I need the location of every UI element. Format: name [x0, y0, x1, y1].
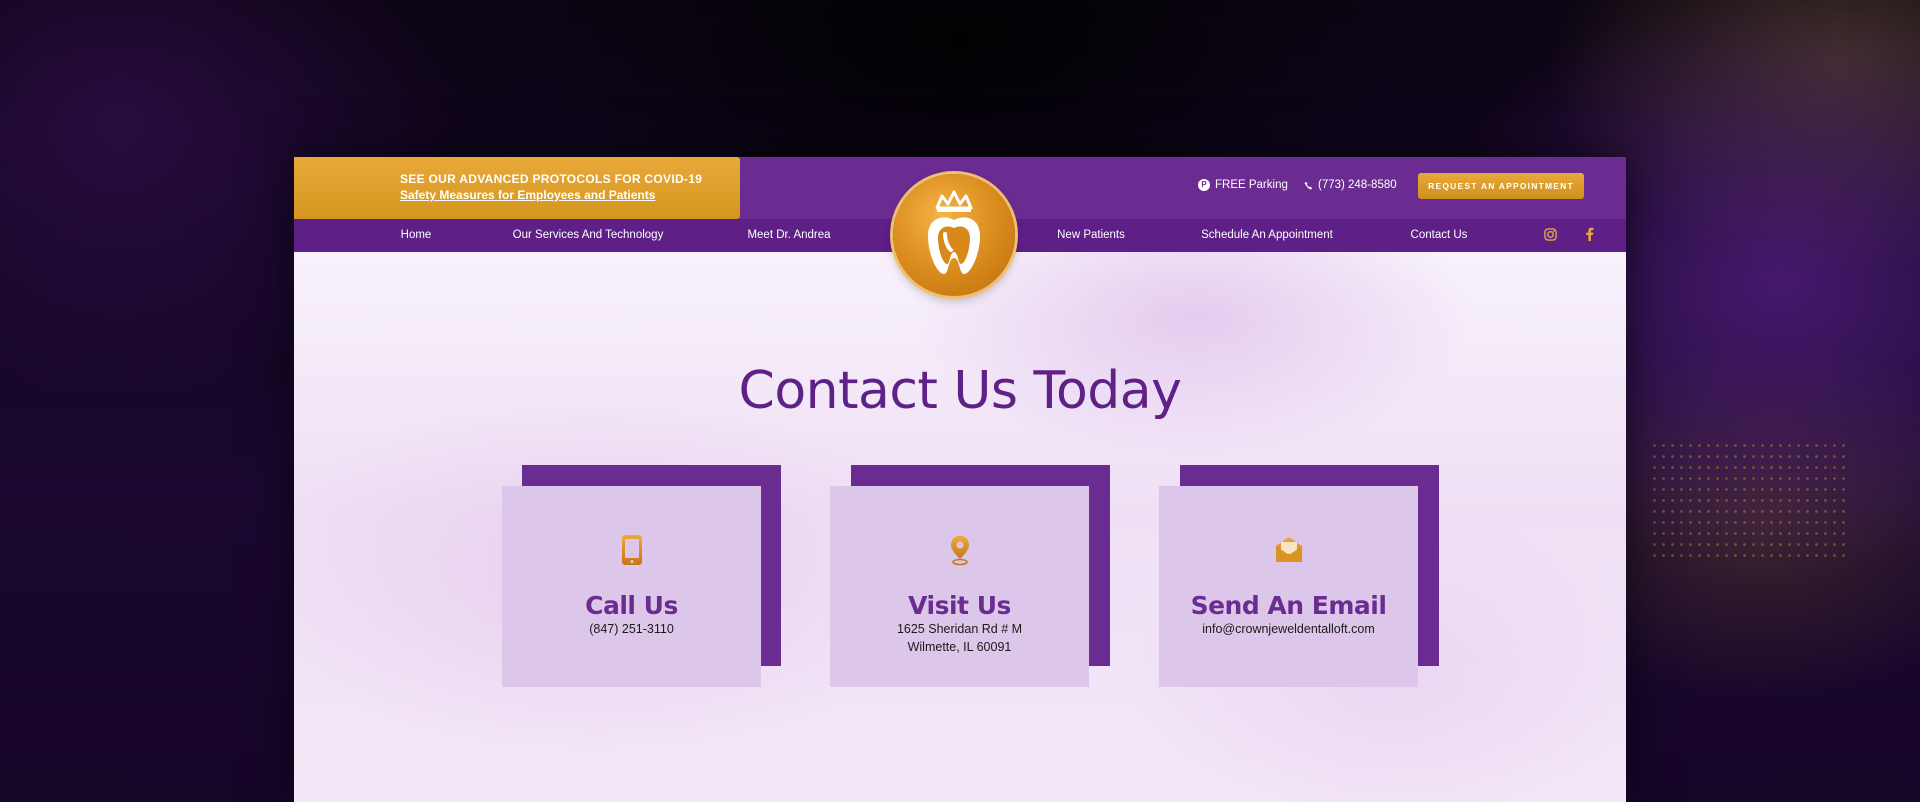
parking-icon: P: [1198, 179, 1210, 191]
nav-schedule-appointment[interactable]: Schedule An Appointment: [1201, 219, 1333, 252]
instagram-icon[interactable]: [1541, 225, 1559, 243]
nav-contact-us[interactable]: Contact Us: [1411, 219, 1468, 252]
card-email-address[interactable]: info@crownjeweldentalloft.com: [1159, 622, 1418, 636]
covid-banner-heading: SEE OUR ADVANCED PROTOCOLS FOR COVID-19: [400, 172, 703, 186]
phone-icon: [621, 534, 643, 571]
visit-us-card[interactable]: Visit Us 1625 Sheridan Rd # M Wilmette, …: [830, 486, 1089, 687]
card-address-line-1: 1625 Sheridan Rd # M: [896, 622, 1023, 636]
free-parking: P FREE Parking: [1198, 179, 1288, 191]
crown-tooth-icon: [928, 190, 980, 274]
card-phone-number[interactable]: (847) 251-3110: [502, 622, 761, 636]
location-pin-icon: [949, 534, 971, 571]
nav-meet-dr-andrea[interactable]: Meet Dr. Andrea: [747, 219, 830, 252]
card-title: Visit Us: [908, 591, 1011, 620]
card-title: Send An Email: [1190, 591, 1387, 620]
send-email-card[interactable]: Send An Email info@crownjeweldentalloft.…: [1159, 486, 1418, 687]
envelope-icon: [1274, 534, 1304, 569]
call-us-card[interactable]: Call Us (847) 251-3110: [502, 486, 761, 687]
gold-sparkle-decoration: [1650, 440, 1850, 560]
website-frame: SEE OUR ADVANCED PROTOCOLS FOR COVID-19 …: [294, 157, 1626, 802]
page-title: Contact Us Today: [738, 361, 1182, 421]
parking-label: FREE Parking: [1215, 179, 1288, 191]
covid-safety-link[interactable]: Safety Measures for Employees and Patien…: [400, 187, 740, 204]
facebook-icon[interactable]: [1580, 225, 1598, 243]
crown-tooth-logo[interactable]: [893, 174, 1015, 296]
phone-number[interactable]: (773) 248-8580: [1318, 179, 1397, 191]
nav-new-patients[interactable]: New Patients: [1057, 219, 1125, 252]
request-appointment-button[interactable]: REQUEST AN APPOINTMENT: [1418, 173, 1584, 199]
phone-link[interactable]: (773) 248-8580: [1304, 179, 1397, 191]
covid-banner[interactable]: SEE OUR ADVANCED PROTOCOLS FOR COVID-19 …: [294, 157, 740, 219]
nav-home[interactable]: Home: [401, 219, 432, 252]
phone-handset-icon: [1304, 181, 1313, 189]
card-address-line-2: Wilmette, IL 60091: [907, 640, 1012, 654]
card-title: Call Us: [585, 591, 678, 620]
nav-services[interactable]: Our Services And Technology: [513, 219, 664, 252]
